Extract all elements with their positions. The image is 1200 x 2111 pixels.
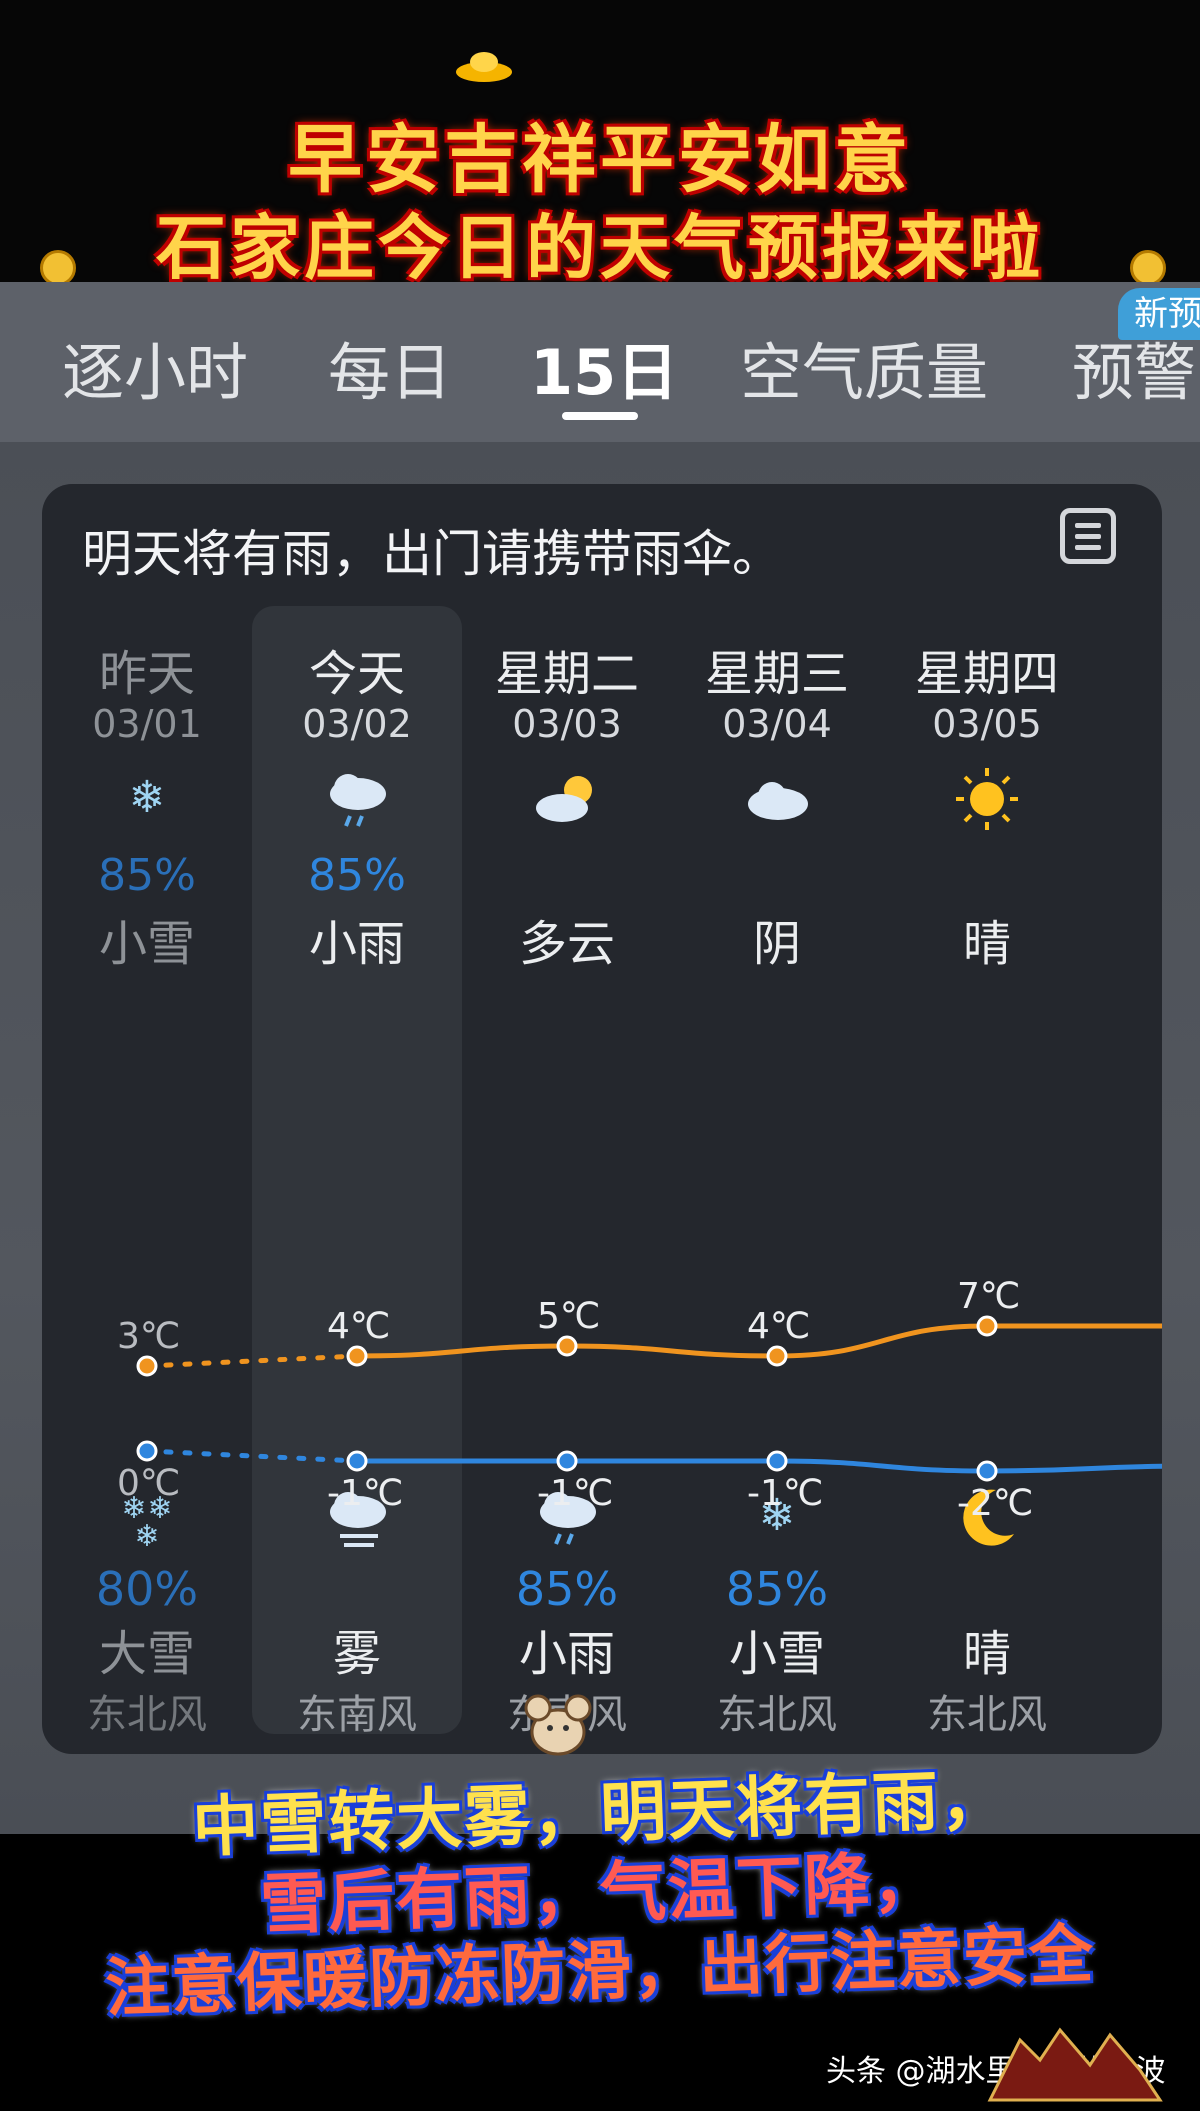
tab-15-day[interactable]: 15日 <box>530 322 678 412</box>
low-temp-point <box>346 1450 368 1472</box>
mouse-sticker-icon <box>524 1694 592 1756</box>
tab-bar: 逐小时 每日 15日 空气质量 预警 新预 <box>0 282 1200 442</box>
active-tab-indicator <box>562 412 638 420</box>
tab-air-quality[interactable]: 空气质量 <box>740 322 988 412</box>
low-temp-line <box>357 1458 1162 1474</box>
low-temp-point <box>766 1450 788 1472</box>
high-temp-point <box>556 1335 578 1357</box>
horse-logo-icon <box>987 2027 1163 2102</box>
gold-ingot-icon <box>456 52 512 82</box>
tab-hourly[interactable]: 逐小时 <box>62 322 248 412</box>
high-temp-label: 7℃ <box>957 1276 1021 1317</box>
low-temp-label: -2℃ <box>957 1483 1034 1524</box>
low-temp-point <box>556 1450 578 1472</box>
high-temp-point <box>976 1315 998 1337</box>
low-temp-label: -1℃ <box>327 1473 404 1514</box>
high-temp-label: 5℃ <box>537 1296 601 1337</box>
low-temp-point <box>136 1440 158 1462</box>
low-temp-past-segment <box>144 1448 360 1464</box>
banner-title-line-1: 早安吉祥平安如意 <box>288 117 912 203</box>
high-temp-past-segment <box>144 1353 360 1369</box>
high-temp-point <box>766 1345 788 1367</box>
temperature-chart <box>136 1315 1162 1482</box>
high-temp-label: 3℃ <box>117 1316 181 1357</box>
high-temp-label: 4℃ <box>747 1306 811 1347</box>
title-banner: 早安吉祥平安如意 石家庄今日的天气预报来啦 <box>0 0 1200 289</box>
low-temp-point <box>976 1460 998 1482</box>
new-badge: 新预 <box>1118 288 1200 340</box>
forecast-card: 明天将有雨，出门请携带雨伞。 昨天03/01❄85%小雪❄❄❄80%大雪东北风3… <box>42 484 1162 1754</box>
low-temp-label: -1℃ <box>537 1473 614 1514</box>
low-temp-label: 0℃ <box>117 1463 181 1504</box>
coin-icon <box>40 250 76 286</box>
weather-app: 逐小时 每日 15日 空气质量 预警 新预 明天将有雨，出门请携带雨伞。 昨天 0… <box>0 282 1200 1834</box>
tab-daily[interactable]: 每日 <box>328 322 452 412</box>
high-temp-label: 4℃ <box>327 1306 391 1347</box>
high-temp-point <box>346 1345 368 1367</box>
coin-icon <box>1130 250 1166 286</box>
low-temp-label: -1℃ <box>747 1473 824 1514</box>
banner-title-line-2: 石家庄今日的天气预报来啦 <box>156 207 1044 289</box>
high-temp-point <box>136 1355 158 1377</box>
